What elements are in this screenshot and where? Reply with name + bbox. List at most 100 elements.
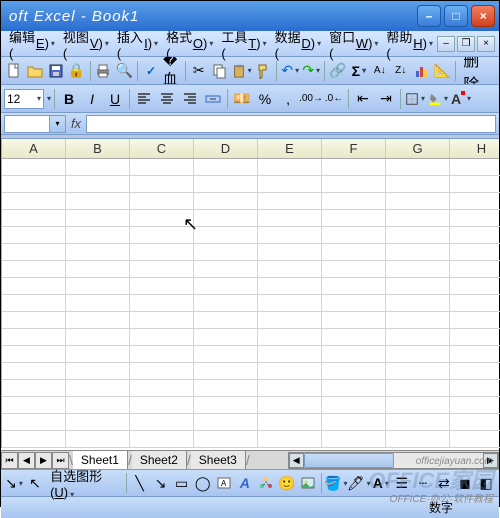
cell[interactable]	[258, 176, 322, 192]
three-d-icon[interactable]: ◧	[476, 472, 496, 494]
cell[interactable]	[2, 295, 66, 311]
tab-nav-2[interactable]: ▶	[35, 452, 52, 469]
chart-icon[interactable]	[412, 60, 432, 82]
scroll-thumb[interactable]	[304, 453, 394, 468]
autosum-icon[interactable]: Σ▾	[349, 60, 369, 82]
clipart-icon[interactable]: 🙂	[277, 472, 297, 494]
toolbar-options-icon[interactable]: ▾	[47, 94, 51, 103]
textbox-icon[interactable]: A	[214, 472, 234, 494]
cell[interactable]	[386, 278, 450, 294]
cell[interactable]	[386, 176, 450, 192]
print-icon[interactable]	[93, 60, 113, 82]
cell[interactable]	[66, 210, 130, 226]
font-color-icon[interactable]: A▾	[450, 88, 472, 110]
cell[interactable]	[322, 363, 386, 379]
cell[interactable]	[66, 176, 130, 192]
cell[interactable]	[130, 329, 194, 345]
cell[interactable]	[66, 193, 130, 209]
diagram-icon[interactable]	[256, 472, 276, 494]
cell[interactable]	[258, 261, 322, 277]
cell[interactable]	[2, 431, 66, 447]
formula-input[interactable]	[86, 115, 496, 133]
cell[interactable]	[66, 414, 130, 430]
permission-icon[interactable]: 🔒	[67, 60, 87, 82]
cell[interactable]	[130, 244, 194, 260]
cell[interactable]	[194, 431, 258, 447]
tab-nav-0[interactable]: ⏮	[1, 452, 18, 469]
cell[interactable]	[322, 278, 386, 294]
cell[interactable]	[194, 278, 258, 294]
close-button[interactable]: ×	[471, 5, 495, 27]
align-right-icon[interactable]	[179, 88, 201, 110]
tab-nav-3[interactable]: ⏭	[52, 452, 69, 469]
cell[interactable]	[322, 193, 386, 209]
cell[interactable]	[2, 397, 66, 413]
cell[interactable]	[66, 159, 130, 175]
cell[interactable]	[386, 159, 450, 175]
cell[interactable]	[450, 414, 500, 430]
cell[interactable]	[66, 244, 130, 260]
new-doc-icon[interactable]	[4, 60, 24, 82]
increase-indent-icon[interactable]: ⇥	[375, 88, 397, 110]
cell[interactable]	[450, 380, 500, 396]
cell[interactable]	[386, 295, 450, 311]
cell[interactable]	[130, 159, 194, 175]
cell[interactable]	[322, 414, 386, 430]
dash-style-icon[interactable]: ┄	[413, 472, 433, 494]
comma-icon[interactable]: ,	[277, 88, 299, 110]
sheet-tab[interactable]: Sheet3	[191, 451, 246, 469]
cell[interactable]	[258, 210, 322, 226]
col-header-A[interactable]: A	[2, 139, 66, 158]
cell[interactable]	[194, 414, 258, 430]
borders-icon[interactable]: ▾	[404, 88, 426, 110]
cell[interactable]	[66, 346, 130, 362]
cell[interactable]	[130, 210, 194, 226]
cell[interactable]	[130, 176, 194, 192]
cell[interactable]	[130, 363, 194, 379]
menu-i[interactable]: 插入(I)▾	[113, 25, 162, 63]
menu-t[interactable]: 工具(T)▾	[217, 25, 270, 63]
cell[interactable]	[130, 346, 194, 362]
cell[interactable]	[386, 414, 450, 430]
line-icon[interactable]: ╲	[130, 472, 150, 494]
font-size-input[interactable]	[7, 92, 35, 106]
col-header-B[interactable]: B	[66, 139, 130, 158]
picture-icon[interactable]	[298, 472, 318, 494]
cell[interactable]	[130, 397, 194, 413]
cell[interactable]	[194, 397, 258, 413]
font-size-combo[interactable]: ▾	[4, 89, 44, 109]
cell[interactable]	[258, 380, 322, 396]
cell[interactable]	[322, 397, 386, 413]
cell[interactable]	[194, 244, 258, 260]
col-header-E[interactable]: E	[258, 139, 322, 158]
cell[interactable]	[450, 176, 500, 192]
arrow-icon[interactable]: ↘	[151, 472, 171, 494]
menu-h[interactable]: 帮助(H)▾	[382, 25, 437, 63]
chevron-down-icon[interactable]: ▾	[37, 94, 41, 103]
format-painter-icon[interactable]	[254, 60, 274, 82]
cells-area[interactable]	[2, 159, 500, 448]
italic-icon[interactable]: I	[81, 88, 103, 110]
fill-color-icon[interactable]: ▾	[427, 88, 449, 110]
cell[interactable]	[66, 278, 130, 294]
cell[interactable]	[2, 227, 66, 243]
draw-menu-icon[interactable]: ↘▾	[4, 472, 24, 494]
arrow-style-icon[interactable]: ⇄	[434, 472, 454, 494]
cell[interactable]	[2, 278, 66, 294]
paste-icon[interactable]: ▾	[231, 60, 253, 82]
cell[interactable]	[66, 329, 130, 345]
cell[interactable]	[130, 295, 194, 311]
line-style-icon[interactable]: ☰	[392, 472, 412, 494]
cell[interactable]	[450, 159, 500, 175]
cell[interactable]	[450, 227, 500, 243]
cell[interactable]	[194, 193, 258, 209]
cell[interactable]	[258, 295, 322, 311]
cell[interactable]	[450, 278, 500, 294]
menu-w[interactable]: 窗口(W)▾	[325, 25, 382, 63]
open-icon[interactable]	[25, 60, 45, 82]
cell[interactable]	[194, 346, 258, 362]
cell[interactable]	[130, 414, 194, 430]
col-header-D[interactable]: D	[194, 139, 258, 158]
cell[interactable]	[194, 380, 258, 396]
col-header-F[interactable]: F	[322, 139, 386, 158]
